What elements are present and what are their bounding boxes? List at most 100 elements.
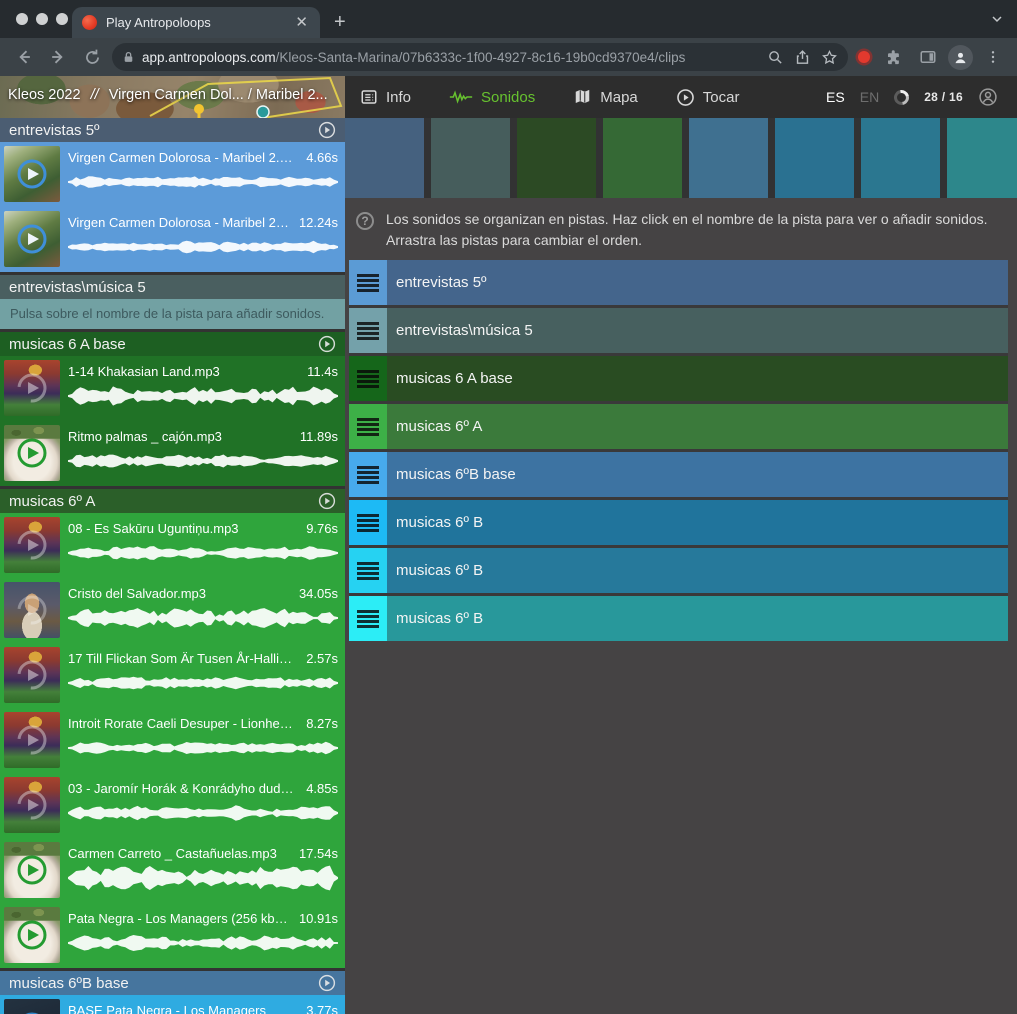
section-play-button[interactable]	[318, 974, 336, 992]
track-section-header[interactable]: musicas 6º A	[0, 489, 345, 513]
audio-clip[interactable]: 1-14 Khakasian Land.mp3 11.4s	[0, 356, 345, 421]
clip-waveform	[68, 865, 338, 891]
track-row-body[interactable]: entrevistas\música 5	[387, 308, 1008, 353]
track-name: musicas 6º B	[396, 562, 483, 579]
track-row[interactable]: entrevistas\música 5	[349, 308, 1008, 353]
audio-clip[interactable]: Ritmo palmas _ cajón.mp3 11.89s	[0, 421, 345, 486]
browser-tab[interactable]: Play Antropoloops ✕	[72, 7, 320, 38]
clip-play-triangle-icon	[28, 233, 39, 245]
tab-close-icon[interactable]: ✕	[293, 15, 310, 30]
track-section-clips: Pulsa sobre el nombre de la pista para a…	[0, 299, 345, 329]
track-row-body[interactable]: musicas 6º B	[387, 596, 1008, 641]
lang-toggle-en[interactable]: EN	[860, 89, 879, 105]
track-row[interactable]: musicas 6 A base	[349, 356, 1008, 401]
track-section-header[interactable]: entrevistas 5º	[0, 118, 345, 142]
track-drag-handle[interactable]	[349, 308, 387, 353]
recording-extension-icon[interactable]	[858, 51, 870, 63]
track-color-swatch	[431, 118, 510, 198]
clip-main: Virgen Carmen Dolorosa - Maribel 2.mp3 4…	[68, 146, 341, 203]
audio-clip[interactable]: 08 - Es Sakūru Uguntiņu.mp3 9.76s	[0, 513, 345, 578]
nav-tab-mapa[interactable]: Mapa	[573, 88, 638, 106]
share-icon[interactable]	[794, 49, 811, 66]
back-button[interactable]	[10, 43, 38, 71]
waveform-icon	[449, 88, 473, 106]
audio-clip[interactable]: Virgen Carmen Dolorosa - Maribel 2.mp3 4…	[0, 142, 345, 207]
clip-title: Cristo del Salvador.mp3	[68, 586, 206, 601]
nav-tab-info[interactable]: Info	[360, 88, 411, 106]
track-section: musicas 6 A base 1-14 Khakasian Land.mp3…	[0, 332, 345, 486]
forward-button[interactable]	[44, 43, 72, 71]
zoom-button[interactable]	[56, 13, 68, 25]
extensions-puzzle-icon[interactable]	[880, 43, 908, 71]
track-row-body[interactable]: musicas 6º B	[387, 548, 1008, 593]
track-drag-handle[interactable]	[349, 548, 387, 593]
track-section-header[interactable]: musicas 6 A base	[0, 332, 345, 356]
section-play-button[interactable]	[318, 121, 336, 139]
track-row[interactable]: musicas 6ºB base	[349, 452, 1008, 497]
audio-clip[interactable]: Introit Rorate Caeli Desuper - Lionheart…	[0, 708, 345, 773]
browser-menu-kebab-icon[interactable]	[979, 43, 1007, 71]
audio-clip[interactable]: Carmen Carreto _ Castañuelas.mp3 17.54s	[0, 838, 345, 903]
track-color-swatch	[947, 118, 1017, 198]
nav-tab-sonidos[interactable]: Sonidos	[449, 88, 535, 106]
account-icon[interactable]	[978, 87, 998, 107]
audio-clip[interactable]: 17 Till Flickan Som Är Tusen År-Halling …	[0, 643, 345, 708]
track-name: musicas 6º B	[396, 610, 483, 627]
nav-tab-tocar[interactable]: Tocar	[676, 88, 740, 107]
track-section-header[interactable]: entrevistas\música 5	[0, 275, 345, 299]
track-drag-handle[interactable]	[349, 404, 387, 449]
audio-clip[interactable]: 03 - Jaromír Horák & Konrádyho dudácká .…	[0, 773, 345, 838]
lang-toggle-es[interactable]: ES	[826, 89, 845, 105]
new-tab-button[interactable]: +	[334, 10, 346, 34]
browser-profile-avatar[interactable]	[948, 45, 973, 70]
section-play-button[interactable]	[318, 335, 336, 353]
audio-clip[interactable]: BASE Pata Negra - Los Managers 3.77s	[0, 995, 345, 1014]
clip-title: 08 - Es Sakūru Uguntiņu.mp3	[68, 521, 239, 536]
clip-play-triangle-icon	[28, 669, 39, 681]
drag-grip-icon	[357, 610, 379, 628]
track-row-body[interactable]: musicas 6º A	[387, 404, 1008, 449]
clip-thumbnail	[4, 425, 60, 481]
bookmark-star-icon[interactable]	[821, 49, 838, 66]
minimize-button[interactable]	[36, 13, 48, 25]
track-row-body[interactable]: musicas 6ºB base	[387, 452, 1008, 497]
track-row-body[interactable]: musicas 6 A base	[387, 356, 1008, 401]
section-play-button[interactable]	[318, 492, 336, 510]
clip-play-triangle-icon	[28, 604, 39, 616]
tab-search-chevron-icon[interactable]	[989, 11, 1005, 27]
url-bar[interactable]: app.antropoloops.com/Kleos-Santa-Marina/…	[112, 43, 848, 71]
clip-title: Pata Negra - Los Managers (256 kbps).mp3	[68, 911, 291, 926]
audio-clip[interactable]: Cristo del Salvador.mp3 34.05s	[0, 578, 345, 643]
track-drag-handle[interactable]	[349, 356, 387, 401]
track-drag-handle[interactable]	[349, 260, 387, 305]
track-drag-handle[interactable]	[349, 500, 387, 545]
clip-thumbnail	[4, 999, 60, 1014]
track-drag-handle[interactable]	[349, 596, 387, 641]
audio-clip[interactable]: Pata Negra - Los Managers (256 kbps).mp3…	[0, 903, 345, 968]
track-section-clips: 08 - Es Sakūru Uguntiņu.mp3 9.76s Cristo…	[0, 513, 345, 968]
clip-main: 17 Till Flickan Som Är Tusen År-Halling …	[68, 647, 341, 704]
clip-title: BASE Pata Negra - Los Managers	[68, 1003, 266, 1014]
reload-button[interactable]	[78, 43, 106, 71]
clip-play-triangle-icon	[28, 799, 39, 811]
track-row[interactable]: musicas 6º B	[349, 548, 1008, 593]
track-drag-handle[interactable]	[349, 452, 387, 497]
track-section-header[interactable]: musicas 6ºB base	[0, 971, 345, 995]
track-row[interactable]: musicas 6º B	[349, 596, 1008, 641]
clip-thumbnail	[4, 647, 60, 703]
breadcrumb-page[interactable]: Virgen Carmen Dol... / Maribel 2...	[109, 87, 328, 103]
close-button[interactable]	[16, 13, 28, 25]
map-thumbnail: Kleos 2022 // Virgen Carmen Dol... / Mar…	[0, 76, 345, 118]
clip-main: BASE Pata Negra - Los Managers 3.77s	[68, 999, 341, 1014]
track-row-body[interactable]: entrevistas 5º	[387, 260, 1008, 305]
breadcrumb-project-link[interactable]: Kleos 2022	[8, 87, 81, 103]
zoom-icon[interactable]	[767, 49, 784, 66]
track-row[interactable]: musicas 6º B	[349, 500, 1008, 545]
track-row-body[interactable]: musicas 6º B	[387, 500, 1008, 545]
track-row[interactable]: musicas 6º A	[349, 404, 1008, 449]
track-row[interactable]: entrevistas 5º	[349, 260, 1008, 305]
audio-clip[interactable]: Virgen Carmen Dolorosa - Maribel 2.mp3 1…	[0, 207, 345, 272]
clip-title: 03 - Jaromír Horák & Konrádyho dudácká .…	[68, 781, 298, 796]
side-panel-icon[interactable]	[914, 43, 942, 71]
track-list: entrevistas 5º entrevistas\música 5 musi…	[349, 260, 1008, 641]
